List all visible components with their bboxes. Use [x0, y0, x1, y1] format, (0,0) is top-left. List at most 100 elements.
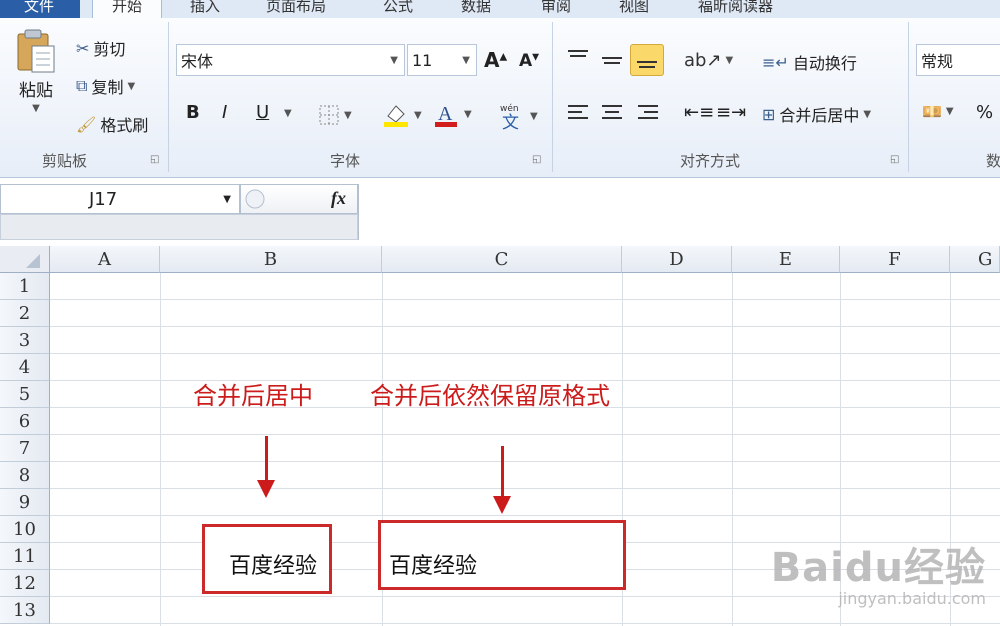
- align-left-button[interactable]: [566, 102, 590, 124]
- alignment-group-label: 对齐方式: [680, 152, 741, 170]
- wrap-text-label: 自动换行: [792, 54, 857, 73]
- format-painter-button[interactable]: 🖌 格式刷: [76, 112, 148, 136]
- column-header-a[interactable]: A: [50, 246, 160, 273]
- tab-formulas[interactable]: 公式: [383, 0, 413, 18]
- row-header-12[interactable]: 12: [0, 570, 50, 597]
- column-header-f[interactable]: F: [840, 246, 950, 273]
- cut-button[interactable]: ✂ 剪切: [76, 36, 125, 60]
- tab-file[interactable]: 文件: [0, 0, 80, 18]
- increase-indent-button[interactable]: ≡⇥: [716, 102, 746, 123]
- underline-button[interactable]: U: [256, 102, 269, 123]
- font-color-button[interactable]: A ▼: [432, 100, 472, 128]
- tab-view[interactable]: 视图: [619, 0, 649, 18]
- copy-button[interactable]: ⧉ 复制 ▼: [76, 74, 135, 98]
- row-header-8[interactable]: 8: [0, 462, 50, 489]
- font-color-icon: A: [435, 103, 457, 127]
- chevron-down-icon[interactable]: ▼: [863, 109, 871, 120]
- number-format-combo[interactable]: 常规: [916, 44, 1000, 76]
- font-size-combo[interactable]: 11 ▼: [407, 44, 477, 76]
- merged-cell-highlight-right[interactable]: 百度经验: [378, 520, 626, 590]
- paste-button[interactable]: 粘贴 ▼: [14, 28, 58, 114]
- cut-label: 剪切: [93, 40, 126, 59]
- phonetic-button[interactable]: wén 文 ▼: [498, 102, 538, 130]
- tab-home[interactable]: 开始: [92, 0, 162, 18]
- tab-data[interactable]: 数据: [461, 0, 491, 18]
- dialog-launcher-icon[interactable]: ◱: [890, 154, 899, 165]
- row-header-2[interactable]: 2: [0, 300, 50, 327]
- arrow-shaft-left: [265, 436, 268, 480]
- row-header-11[interactable]: 11: [0, 543, 50, 570]
- paste-label: 粘贴: [19, 81, 53, 101]
- name-box-value: J17: [89, 189, 118, 210]
- column-header-d[interactable]: D: [622, 246, 732, 273]
- insert-function-icon[interactable]: fx: [331, 188, 346, 209]
- italic-button[interactable]: I: [222, 102, 227, 123]
- row-header-9[interactable]: 9: [0, 489, 50, 516]
- chevron-down-icon: ▼: [344, 109, 352, 121]
- fill-color-icon: [384, 105, 408, 127]
- align-right-button[interactable]: [636, 102, 660, 124]
- chevron-down-icon[interactable]: ▼: [390, 55, 398, 66]
- row-header-10[interactable]: 10: [0, 516, 50, 543]
- grow-font-button[interactable]: A▲: [484, 48, 507, 72]
- accounting-format-button[interactable]: 💴 ▼: [922, 102, 954, 121]
- percent-button[interactable]: %: [976, 102, 993, 123]
- row-header-1[interactable]: 1: [0, 273, 50, 300]
- name-box[interactable]: J17 ▼: [0, 184, 240, 214]
- clipboard-group-label: 剪贴板: [42, 152, 88, 170]
- chevron-down-icon: ▼: [284, 108, 292, 119]
- merged-cell-highlight-left[interactable]: 百度经验: [202, 524, 332, 594]
- formula-bar: J17 ▼ fx: [0, 180, 1000, 240]
- formula-controls: fx: [240, 184, 358, 214]
- align-top-button[interactable]: [566, 48, 590, 68]
- ribbon: 粘贴 ▼ ✂ 剪切 ⧉ 复制 ▼ 🖌 格式刷 剪贴板 ◱ 宋体 ▼ 11 ▼ A…: [0, 18, 1000, 178]
- resize-handle-icon[interactable]: [243, 185, 267, 213]
- group-divider: [168, 22, 169, 172]
- row-header-6[interactable]: 6: [0, 408, 50, 435]
- font-name-combo[interactable]: 宋体 ▼: [176, 44, 405, 76]
- font-group-label: 字体: [330, 152, 361, 170]
- align-bottom-icon: [637, 61, 657, 68]
- column-header-e[interactable]: E: [732, 246, 840, 273]
- underline-dropdown[interactable]: ▼: [284, 108, 292, 119]
- row-header-4[interactable]: 4: [0, 354, 50, 381]
- row-header-13[interactable]: 13: [0, 597, 50, 624]
- tab-page-layout[interactable]: 页面布局: [266, 0, 326, 18]
- merge-center-button[interactable]: ⊞ 合并后居中 ▼: [762, 102, 871, 126]
- column-header-g[interactable]: G: [950, 246, 1000, 273]
- arrow-down-icon: [493, 496, 511, 514]
- align-left-icon: [568, 105, 588, 119]
- merged-cell-text-right: 百度经验: [389, 554, 478, 579]
- chevron-down-icon[interactable]: ▼: [462, 55, 470, 66]
- dialog-launcher-icon[interactable]: ◱: [532, 154, 541, 165]
- orientation-button[interactable]: ab↗ ▼: [684, 50, 733, 71]
- dialog-launcher-icon[interactable]: ◱: [150, 154, 159, 165]
- chevron-down-icon[interactable]: ▼: [127, 81, 135, 92]
- align-center-button[interactable]: [600, 102, 624, 124]
- shrink-font-button[interactable]: A▼: [519, 51, 539, 71]
- copy-icon: ⧉: [76, 76, 88, 95]
- row-header-5[interactable]: 5: [0, 381, 50, 408]
- borders-button[interactable]: ▼: [318, 104, 352, 126]
- tab-review[interactable]: 审阅: [541, 0, 571, 18]
- bold-button[interactable]: B: [186, 102, 200, 123]
- column-header-c[interactable]: C: [382, 246, 622, 273]
- text-orientation-icon: ab↗: [684, 50, 722, 71]
- wrap-text-button[interactable]: ≡↵ 自动换行: [762, 50, 857, 74]
- group-divider: [552, 22, 553, 172]
- chevron-down-icon[interactable]: ▼: [223, 194, 231, 205]
- number-group-label: 数: [986, 152, 1000, 170]
- tab-foxit-reader[interactable]: 福昕阅读器: [698, 0, 773, 18]
- select-all-button[interactable]: [0, 246, 50, 273]
- fill-color-button[interactable]: ▼: [382, 102, 422, 128]
- row-header-7[interactable]: 7: [0, 435, 50, 462]
- gridline: [50, 461, 1000, 462]
- column-header-b[interactable]: B: [160, 246, 382, 273]
- align-bottom-button[interactable]: [630, 44, 664, 76]
- decrease-indent-button[interactable]: ⇤≡: [684, 102, 714, 123]
- row-header-3[interactable]: 3: [0, 327, 50, 354]
- phonetic-icon: wén 文: [500, 103, 519, 130]
- tab-insert[interactable]: 插入: [190, 0, 220, 18]
- align-middle-button[interactable]: [600, 50, 624, 70]
- formula-input[interactable]: [358, 184, 1000, 240]
